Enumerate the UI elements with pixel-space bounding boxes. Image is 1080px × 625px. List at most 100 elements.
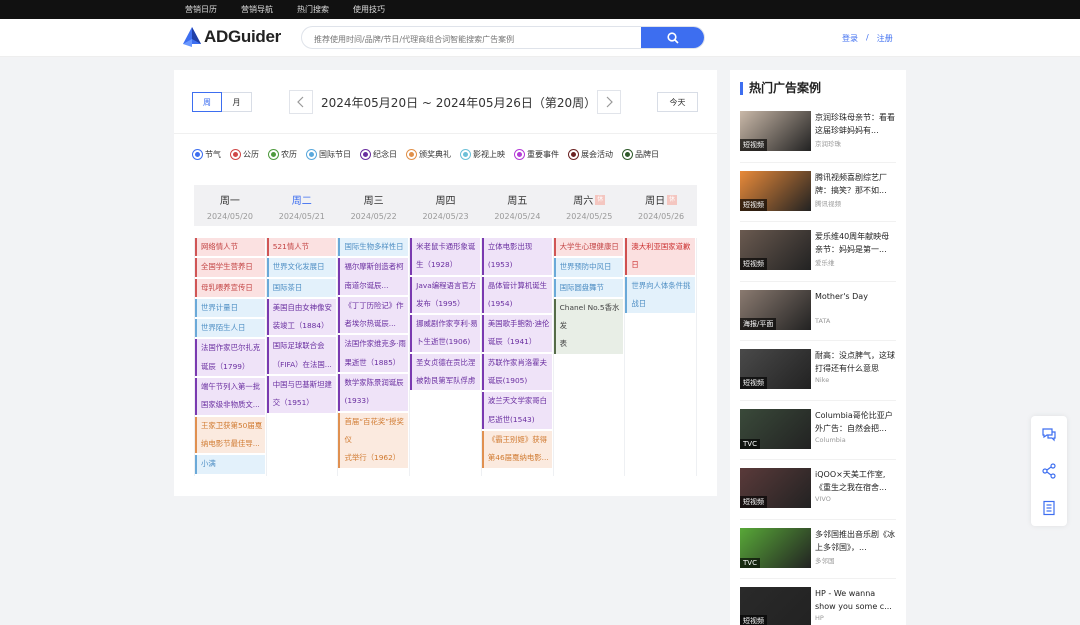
calendar-event[interactable]: 世界计量日 bbox=[195, 298, 265, 318]
ad-case-item[interactable]: 短视频 耐高：没点脾气，这球打得还有什么意思 Nike bbox=[740, 341, 896, 401]
legend-item[interactable]: 农历 bbox=[269, 149, 297, 160]
legend-item[interactable]: 影视上映 bbox=[461, 149, 505, 160]
calendar-event[interactable]: 中国与巴基斯坦建 交（1951） bbox=[266, 376, 337, 413]
calendar-event[interactable]: 晶体管计算机诞生 (1954) bbox=[481, 276, 552, 314]
ad-case-item[interactable]: 短视频 京润珍珠母亲节：看看这届珍蚌妈妈有... 京润珍珠 bbox=[740, 103, 896, 163]
topnav-marketing-nav[interactable]: 营销导航 bbox=[241, 4, 273, 15]
ad-title[interactable]: iQOO×天美工作室,《重生之我在宿舍... bbox=[815, 468, 896, 494]
legend-item[interactable]: 纪念日 bbox=[361, 149, 397, 160]
legend-item[interactable]: 颁奖典礼 bbox=[407, 149, 451, 160]
calendar-event[interactable]: 法国作家维克多·雨 果逝世（1885） bbox=[338, 335, 409, 373]
legend-item[interactable]: 节气 bbox=[193, 149, 221, 160]
ad-case-item[interactable]: 短视频 HP - We wanna show you some c... HP bbox=[740, 579, 896, 625]
legend-item[interactable]: 公历 bbox=[231, 149, 259, 160]
calendar-event[interactable]: 首届“百花奖”授奖仪 式举行（1962） bbox=[338, 412, 409, 468]
ad-thumbnail[interactable]: 短视频 bbox=[740, 170, 811, 211]
ad-title[interactable]: Mother's Day bbox=[815, 290, 896, 316]
ad-thumbnail[interactable]: 短视频 bbox=[740, 468, 811, 508]
ad-title[interactable]: HP - We wanna show you some c... bbox=[815, 587, 896, 613]
calendar-event[interactable]: 《丁丁历险记》作 者埃尔热诞辰... bbox=[338, 296, 409, 334]
ad-case-item[interactable]: TVC 多邻国推出音乐剧《冰上多邻国》，... 多邻国 bbox=[740, 520, 896, 579]
ad-title[interactable]: 京润珍珠母亲节：看看这届珍蚌妈妈有... bbox=[815, 111, 896, 137]
calendar-event[interactable]: 《霸王别姬》获得 第46届戛纳电影... bbox=[481, 430, 552, 468]
calendar-event[interactable]: 全国学生营养日 bbox=[195, 258, 265, 277]
date-range-title: 2024年05月20日 ~ 2024年05月26日（第20周） bbox=[321, 96, 597, 110]
ad-thumbnail[interactable]: 短视频 bbox=[740, 230, 811, 270]
ad-source: 京润珍珠 bbox=[815, 140, 841, 148]
calendar-event[interactable]: 福尔摩斯创造者柯 南道尔诞辰... bbox=[338, 258, 409, 295]
calendar-event[interactable]: 网络情人节 bbox=[195, 238, 265, 257]
calendar-event[interactable]: 世界预防中风日 bbox=[553, 258, 624, 277]
calendar-event[interactable]: 世界向人体条件挑 战日 bbox=[625, 276, 696, 314]
topnav-tips[interactable]: 使用技巧 bbox=[353, 4, 385, 15]
ad-case-item[interactable]: 短视频 腾讯视频喜剧综艺厂牌：搞笑？那不如... 腾讯视频 bbox=[740, 163, 896, 222]
today-button[interactable]: 今天 bbox=[657, 92, 698, 112]
topnav-marketing-calendar[interactable]: 营销日历 bbox=[185, 4, 217, 15]
legend-item[interactable]: 重要事件 bbox=[515, 149, 559, 160]
calendar-event[interactable]: 端午节列入第一批 国家级非物质文... bbox=[195, 378, 265, 415]
calendar-event[interactable]: 挪威剧作家亨利·易 卜生逝世(1906) bbox=[410, 315, 480, 352]
next-week-button[interactable] bbox=[597, 90, 621, 114]
calendar-event[interactable]: 国际生物多样性日 bbox=[338, 238, 409, 257]
ad-thumbnail[interactable]: TVC bbox=[740, 408, 811, 449]
ad-title[interactable]: 耐高：没点脾气，这球打得还有什么意思 bbox=[815, 349, 896, 375]
calendar-event[interactable]: 圣女贞德在贡比涅 被勃艮第军队俘虏 bbox=[410, 353, 480, 391]
calendar-event[interactable]: 波兰天文学家哥白 尼逝世(1543) bbox=[481, 392, 552, 429]
ad-thumbnail[interactable]: 海报/平面 bbox=[740, 289, 811, 330]
legend-dot bbox=[193, 150, 202, 159]
legend-item[interactable]: 展会活动 bbox=[569, 149, 613, 160]
event-text: 果逝世（1885） bbox=[344, 357, 401, 367]
event-text: 被勃艮第军队俘虏 bbox=[416, 376, 476, 386]
event-text: Chanel No.5香水发 bbox=[559, 302, 620, 331]
calendar-event[interactable]: 大学生心理健康日 bbox=[553, 238, 624, 257]
calendar-event[interactable]: Java编程语言官方 发布（1995） bbox=[410, 276, 480, 314]
calendar-event[interactable]: 王家卫获第50届戛 纳电影节最佳导... bbox=[195, 416, 265, 454]
ad-case-item[interactable]: 短视频 爱乐维40周年献映母亲节：妈妈是第一... 爱乐维 bbox=[740, 222, 896, 282]
calendar-event[interactable]: 国际足球联合会 （FIFA）在法国... bbox=[266, 337, 337, 375]
day-name: 周二 bbox=[291, 196, 312, 207]
calendar-event[interactable]: 澳大利亚国家道歉日 bbox=[625, 238, 696, 275]
calendar-event[interactable]: 米老鼠卡通形象诞 生（1928） bbox=[410, 238, 480, 275]
calendar-event[interactable]: 国际茶日 bbox=[266, 278, 337, 297]
calendar-event[interactable]: 美国歌手鲍勃·迪伦 诞辰（1941） bbox=[481, 315, 552, 352]
ad-thumbnail[interactable]: 短视频 bbox=[740, 587, 811, 625]
logo[interactable]: ADGuider bbox=[182, 26, 281, 48]
calendar-event[interactable]: 小满 bbox=[195, 455, 265, 474]
calendar-event[interactable]: 苏联作家肖洛霍夫 诞辰(1905) bbox=[481, 353, 552, 391]
calendar-event[interactable]: 母乳喂养宣传日 bbox=[195, 278, 265, 297]
calendar-event[interactable]: 国际圆盘舞节 bbox=[553, 278, 624, 297]
legend-item[interactable]: 国际节日 bbox=[307, 149, 351, 160]
day-name: 周日 bbox=[645, 196, 666, 207]
calendar-event[interactable]: 美国自由女神像安 装竣工（1884） bbox=[266, 298, 337, 336]
ad-thumbnail[interactable]: 短视频 bbox=[740, 111, 811, 151]
topnav-hot-search[interactable]: 热门搜索 bbox=[297, 4, 329, 15]
calendar-event[interactable]: 世界陌生人日 bbox=[195, 319, 265, 338]
calendar-event[interactable]: 521情人节 bbox=[266, 238, 337, 257]
ad-case-item[interactable]: TVC Columbia哥伦比亚户外广告：自然会把... Columbia bbox=[740, 401, 896, 460]
ad-thumbnail[interactable]: TVC bbox=[740, 527, 811, 568]
calendar-event[interactable]: 立体电影出现(1953) bbox=[481, 238, 552, 275]
ad-title[interactable]: 多邻国推出音乐剧《冰上多邻国》，... bbox=[815, 528, 896, 554]
ad-title[interactable]: 爱乐维40周年献映母亲节：妈妈是第一... bbox=[815, 230, 896, 256]
event-text: Java编程语言官方 bbox=[416, 280, 477, 290]
ad-case-item[interactable]: 短视频 iQOO×天美工作室,《重生之我在宿舍... VIVO bbox=[740, 460, 896, 520]
calendar-event[interactable]: Chanel No.5香水发表 bbox=[553, 298, 624, 354]
ad-case-item[interactable]: 海报/平面 Mother's Day TATA bbox=[740, 282, 896, 341]
legend-item[interactable]: 品牌日 bbox=[623, 149, 659, 160]
chat-button[interactable] bbox=[1039, 424, 1059, 444]
view-month-button[interactable]: 月 bbox=[222, 92, 252, 112]
search-input[interactable] bbox=[302, 29, 640, 48]
ad-title[interactable]: 腾讯视频喜剧综艺厂牌：搞笑？那不如... bbox=[815, 171, 896, 197]
login-link[interactable]: 登录 bbox=[842, 33, 858, 44]
calendar-event[interactable]: 数学家陈景润诞辰 (1933) bbox=[338, 374, 409, 411]
document-button[interactable] bbox=[1039, 498, 1059, 518]
share-button[interactable] bbox=[1039, 461, 1059, 481]
ad-thumbnail[interactable]: 短视频 bbox=[740, 349, 811, 389]
calendar-event[interactable]: 世界文化发展日 bbox=[266, 258, 337, 277]
register-link[interactable]: 注册 bbox=[877, 33, 893, 44]
view-week-button[interactable]: 周 bbox=[192, 92, 222, 112]
ad-title[interactable]: Columbia哥伦比亚户外广告：自然会把... bbox=[815, 409, 896, 435]
search-button[interactable] bbox=[641, 27, 704, 48]
calendar-event[interactable]: 法国作家巴尔扎克 诞辰（1799） bbox=[195, 339, 265, 377]
prev-week-button[interactable] bbox=[289, 90, 313, 114]
